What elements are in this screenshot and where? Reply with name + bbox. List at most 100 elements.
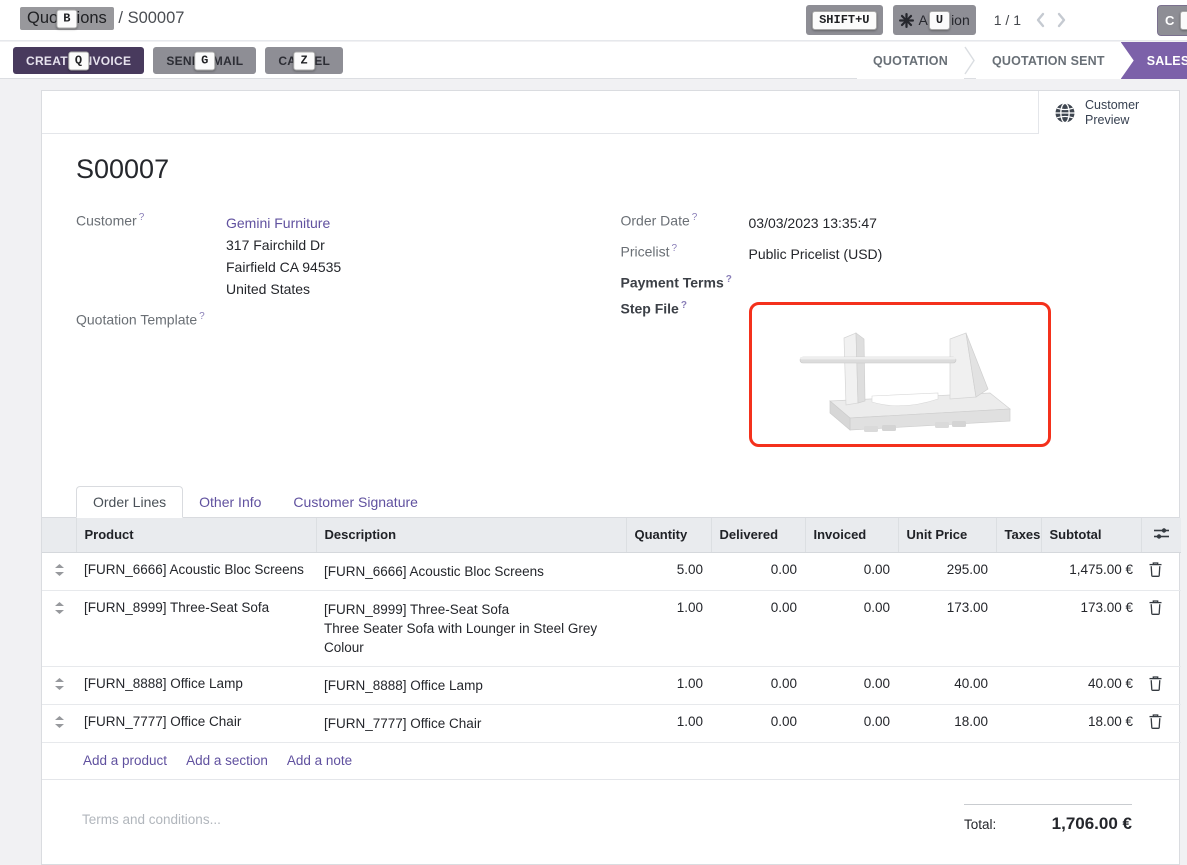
tab-customer-signature[interactable]: Customer Signature [277,487,434,517]
handle-column-header [42,518,76,553]
order-lines-table: Product Description Quantity Delivered I… [42,518,1181,743]
cell-subtotal: 173.00 € [1041,590,1141,666]
cell-description[interactable]: [FURN_8888] Office Lamp [316,666,626,704]
column-quantity[interactable]: Quantity [626,518,711,553]
corner-button[interactable]: C [1157,5,1187,36]
tab-order-lines[interactable]: Order Lines [76,486,183,518]
cell-taxes[interactable] [996,590,1041,666]
cell-quantity[interactable]: 1.00 [626,704,711,742]
column-product[interactable]: Product [76,518,316,553]
cell-product[interactable]: [FURN_7777] Office Chair [76,704,316,742]
hint-badge-u: U [929,11,950,30]
form-background: Customer Preview S00007 Customer? Gemini… [0,79,1187,827]
cell-product[interactable]: [FURN_6666] Acoustic Bloc Screens [76,552,316,590]
cell-product[interactable]: [FURN_8888] Office Lamp [76,666,316,704]
drag-handle-icon[interactable] [42,590,76,666]
cell-unit-price[interactable]: 173.00 [898,590,996,666]
cell-invoiced[interactable]: 0.00 [805,666,898,704]
top-navbar: QuotationsB / S00007 SHIFT+U A U ion [0,0,1187,41]
preview-label-line1: Customer [1085,98,1139,113]
help-question-icon: ? [681,300,687,311]
cell-delivered[interactable]: 0.00 [711,704,805,742]
payment-terms-label: Payment Terms? [621,274,749,291]
create-invoice-button[interactable]: CREATE INVOICE Q [13,47,144,74]
table-footer-links: Add a product Add a section Add a note [42,743,1179,780]
order-line-row[interactable]: [FURN_7777] Office Chair[FURN_7777] Offi… [42,704,1181,742]
cell-unit-price[interactable]: 18.00 [898,704,996,742]
order-line-row[interactable]: [FURN_8999] Three-Seat Sofa[FURN_8999] T… [42,590,1181,666]
globe-icon [1054,102,1076,124]
drag-handle-icon[interactable] [42,704,76,742]
optional-columns-toggle[interactable] [1141,518,1181,553]
corner-button-label: C [1165,13,1174,28]
notebook-tabs: Order Lines Other Info Customer Signatur… [42,484,1179,518]
column-delivered[interactable]: Delivered [711,518,805,553]
total-label: Total: [964,817,996,832]
pricelist-value[interactable]: Public Pricelist (USD) [749,243,883,265]
customer-link[interactable]: Gemini Furniture [226,215,330,231]
cell-description[interactable]: [FURN_8999] Three-Seat Sofa Three Seater… [316,590,626,666]
hint-badge-b: B [56,9,77,28]
order-date-label: Order Date? [621,212,749,234]
cell-unit-price[interactable]: 295.00 [898,552,996,590]
drag-handle-icon[interactable] [42,552,76,590]
status-quotation[interactable]: QUOTATION [857,42,964,79]
shortcut-overlay[interactable]: SHIFT+U [806,5,882,35]
status-quotation-sent[interactable]: QUOTATION SENT [976,42,1121,79]
cell-quantity[interactable]: 1.00 [626,666,711,704]
cell-delivered[interactable]: 0.00 [711,552,805,590]
cell-description[interactable]: [FURN_7777] Office Chair [316,704,626,742]
delete-line-button[interactable] [1141,590,1181,666]
column-description[interactable]: Description [316,518,626,553]
action-menu-button[interactable]: A U ion [893,5,976,35]
cell-invoiced[interactable]: 0.00 [805,704,898,742]
column-taxes[interactable]: Taxes [996,518,1041,553]
pager-prev-icon[interactable] [1035,11,1046,29]
cell-taxes[interactable] [996,666,1041,704]
pricelist-label: Pricelist? [621,243,749,265]
cell-taxes[interactable] [996,704,1041,742]
help-question-icon: ? [139,212,145,223]
hint-badge-z: Z [293,51,315,70]
gear-icon [899,13,914,28]
cell-delivered[interactable]: 0.00 [711,590,805,666]
tab-other-info[interactable]: Other Info [183,487,277,517]
cancel-button[interactable]: CANCEL Z [265,47,343,74]
add-a-section-link[interactable]: Add a section [186,753,268,768]
terms-and-conditions-input[interactable]: Terms and conditions... [82,812,221,834]
order-line-row[interactable]: [FURN_6666] Acoustic Bloc Screens[FURN_6… [42,552,1181,590]
drag-handle-icon[interactable] [42,666,76,704]
cell-unit-price[interactable]: 40.00 [898,666,996,704]
cell-quantity[interactable]: 1.00 [626,590,711,666]
cell-delivered[interactable]: 0.00 [711,666,805,704]
customer-preview-button[interactable]: Customer Preview [1038,91,1179,134]
statusbar: QUOTATION QUOTATION SENT SALES ORDER [857,42,1187,79]
add-a-note-link[interactable]: Add a note [287,753,352,768]
delete-line-button[interactable] [1141,666,1181,704]
cell-taxes[interactable] [996,552,1041,590]
order-line-row[interactable]: [FURN_8888] Office Lamp[FURN_8888] Offic… [42,666,1181,704]
column-subtotal[interactable]: Subtotal [1041,518,1141,553]
customer-address: 317 Fairchild Dr Fairfield CA 94535 Unit… [226,234,341,300]
page-title: S00007 [76,154,1145,185]
add-a-product-link[interactable]: Add a product [83,753,167,768]
column-invoiced[interactable]: Invoiced [805,518,898,553]
hint-badge-corner [1180,11,1187,30]
preview-label-line2: Preview [1085,113,1139,128]
delete-line-button[interactable] [1141,704,1181,742]
action-label-post: ion [951,12,970,28]
delete-line-button[interactable] [1141,552,1181,590]
step-file-preview[interactable] [749,302,1051,447]
breadcrumb-quotations[interactable]: QuotationsB [20,7,114,30]
pager-next-icon[interactable] [1056,11,1067,29]
column-unit-price[interactable]: Unit Price [898,518,996,553]
order-date-value[interactable]: 03/03/2023 13:35:47 [749,212,877,234]
cell-product[interactable]: [FURN_8999] Three-Seat Sofa [76,590,316,666]
step-file-3d-part [752,305,1048,444]
status-sales-order[interactable]: SALES ORDER [1121,42,1187,79]
cell-quantity[interactable]: 5.00 [626,552,711,590]
cell-description[interactable]: [FURN_6666] Acoustic Bloc Screens [316,552,626,590]
cell-invoiced[interactable]: 0.00 [805,590,898,666]
send-email-button[interactable]: SEND EMAIL G [153,47,256,74]
cell-invoiced[interactable]: 0.00 [805,552,898,590]
